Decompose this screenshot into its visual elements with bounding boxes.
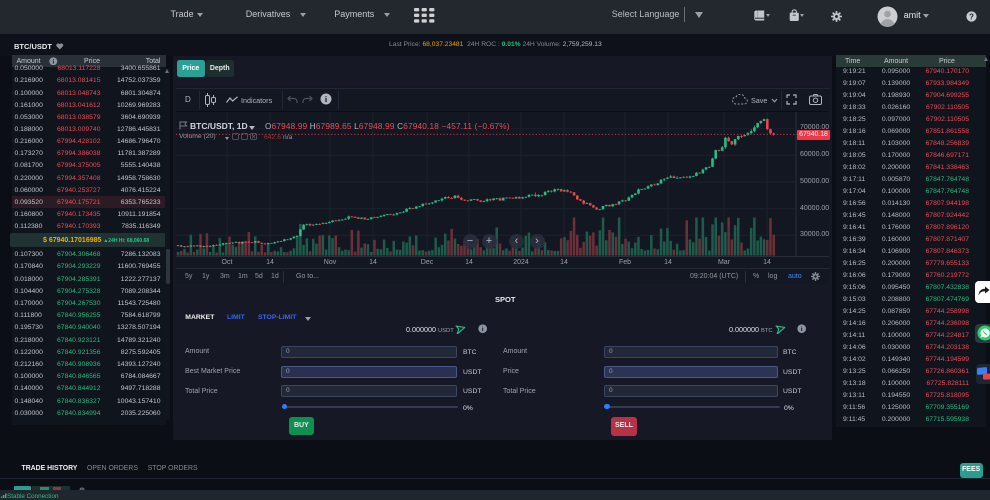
svg-text:i: i: [801, 326, 803, 333]
svg-text:?: ?: [969, 12, 974, 21]
svg-text:i: i: [482, 326, 484, 333]
